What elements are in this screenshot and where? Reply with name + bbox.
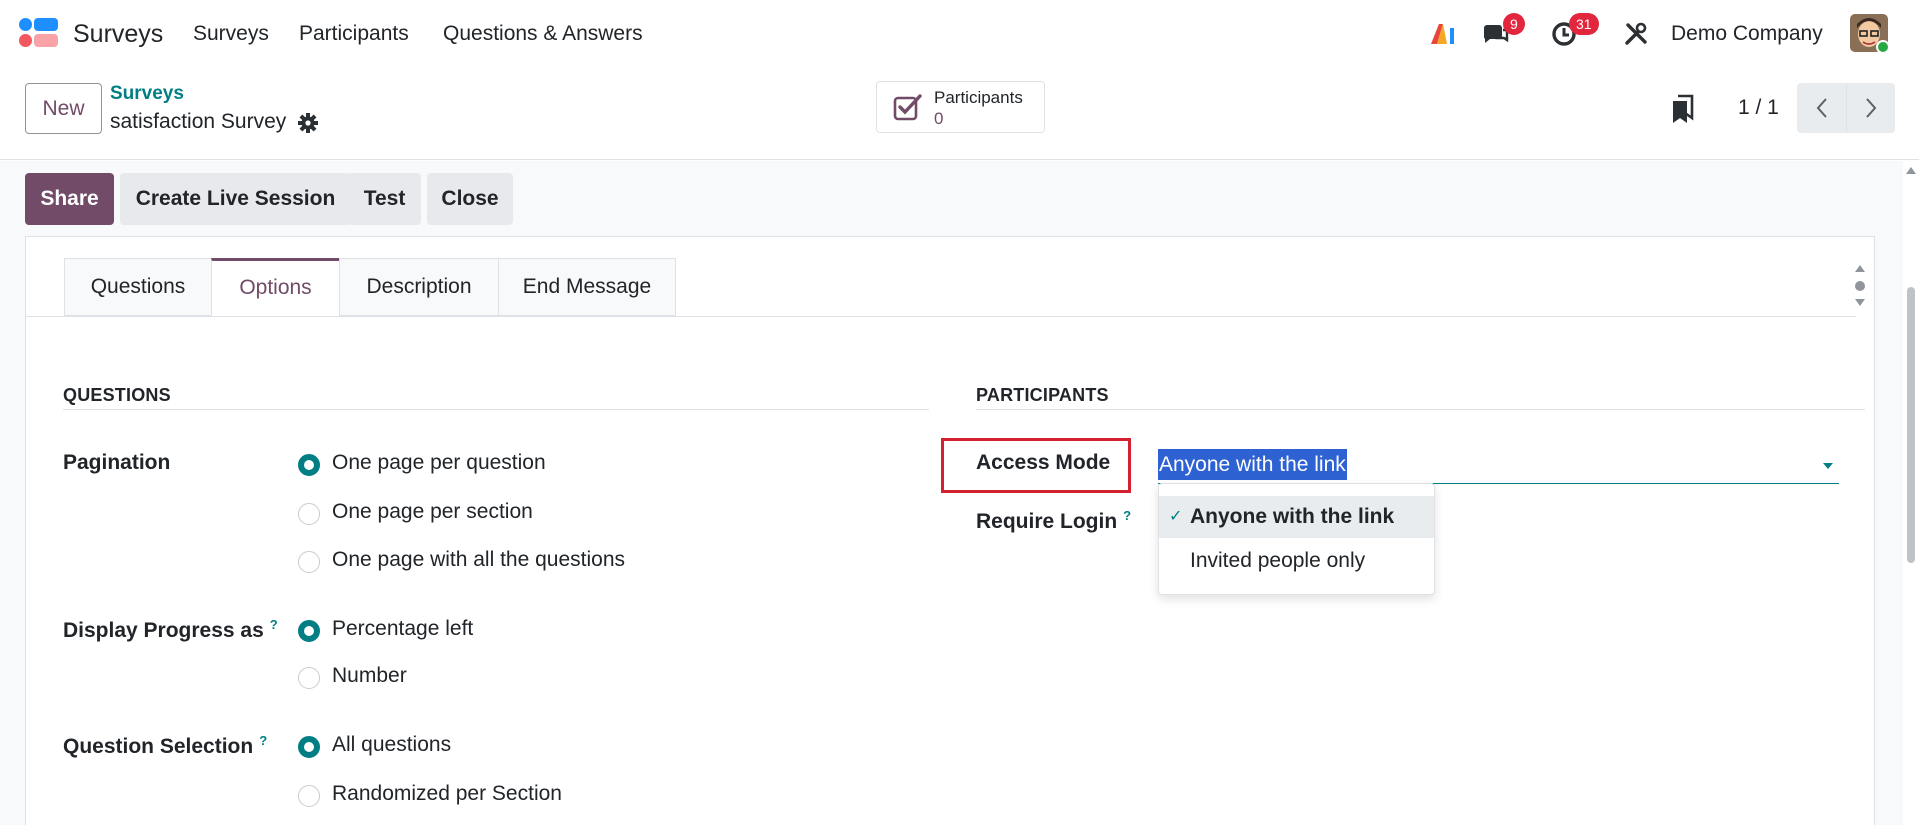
radio-randomized-per-section[interactable] <box>298 785 320 807</box>
access-mode-dropdown: ✓ Anyone with the link Invited people on… <box>1158 483 1435 595</box>
dropdown-option-label: Invited people only <box>1190 549 1366 572</box>
dropdown-option-label: Anyone with the link <box>1190 505 1395 528</box>
top-navbar: Surveys Surveys Participants Questions &… <box>0 0 1919 68</box>
ai-icon[interactable] <box>1428 18 1458 50</box>
radio-label[interactable]: One page with all the questions <box>332 548 625 572</box>
access-mode-selected-value[interactable]: Anyone with the link <box>1158 449 1347 480</box>
radio-number[interactable] <box>298 667 320 689</box>
chevron-left-icon <box>1816 98 1827 118</box>
scrollbar-thumb[interactable] <box>1907 287 1915 563</box>
radio-one-page-per-section[interactable] <box>298 503 320 525</box>
tab-label: Questions <box>90 275 186 298</box>
tabs-scroll-control[interactable] <box>1852 261 1868 311</box>
caret-down-icon[interactable] <box>1823 463 1833 469</box>
require-login-text: Require Login <box>976 510 1118 533</box>
help-tooltip-icon[interactable]: ? <box>1123 508 1131 523</box>
pager-next-button[interactable] <box>1846 83 1895 133</box>
radio-all-questions[interactable] <box>298 736 320 758</box>
online-status-dot <box>1876 40 1890 54</box>
close-button[interactable]: Close <box>427 173 513 225</box>
new-button[interactable]: New <box>25 83 102 134</box>
gear-icon[interactable] <box>297 112 319 134</box>
selection-label-text: Question Selection <box>63 735 254 758</box>
radio-percentage-left[interactable] <box>298 620 320 642</box>
tab-label: Description <box>366 275 472 298</box>
app-name[interactable]: Surveys <box>73 20 163 49</box>
tab-options[interactable]: Options <box>211 258 340 316</box>
breadcrumb-surveys-link[interactable]: Surveys <box>110 83 184 105</box>
company-switcher[interactable]: Demo Company <box>1671 22 1823 46</box>
help-tooltip-icon[interactable]: ? <box>270 617 278 632</box>
radio-one-page-all-questions[interactable] <box>298 551 320 573</box>
pager-value[interactable]: 1 / 1 <box>1738 96 1779 120</box>
radio-label[interactable]: Number <box>332 664 407 688</box>
pagination-label: Pagination <box>63 451 171 474</box>
pager-previous-button[interactable] <box>1797 83 1846 133</box>
apps-logo-icon[interactable] <box>19 18 59 48</box>
access-mode-highlight <box>941 438 1131 493</box>
dropdown-option-invited[interactable]: Invited people only <box>1159 540 1434 582</box>
menu-questions-answers[interactable]: Questions & Answers <box>443 22 643 46</box>
radio-label[interactable]: One page per question <box>332 451 546 475</box>
bookmark-icon[interactable] <box>1670 94 1696 124</box>
scroll-up-arrow-icon[interactable] <box>1906 167 1916 174</box>
participants-stat-button[interactable]: Participants 0 <box>876 81 1045 133</box>
progress-label-text: Display Progress as <box>63 619 264 642</box>
create-live-session-button[interactable]: Create Live Session <box>120 173 351 225</box>
messages-badge: 9 <box>1503 13 1525 35</box>
question-selection-label: Question Selection? <box>63 733 267 759</box>
require-login-label: Require Login? <box>976 508 1131 534</box>
share-button[interactable]: Share <box>25 173 114 225</box>
questions-section-title: QUESTIONS <box>63 385 171 405</box>
radio-one-page-per-question[interactable] <box>298 454 320 476</box>
tools-icon[interactable] <box>1622 18 1650 50</box>
check-icon: ✓ <box>1169 508 1183 525</box>
tab-label: Options <box>239 276 312 299</box>
tab-questions[interactable]: Questions <box>64 258 212 316</box>
chevron-right-icon <box>1866 98 1877 118</box>
test-button[interactable]: Test <box>348 173 421 225</box>
menu-participants[interactable]: Participants <box>299 22 409 46</box>
section-divider <box>976 409 1865 410</box>
tab-end-message[interactable]: End Message <box>498 258 676 316</box>
tab-description[interactable]: Description <box>339 258 499 316</box>
progress-label: Display Progress as? <box>63 617 278 643</box>
page-scrollbar[interactable] <box>1903 161 1919 825</box>
radio-label[interactable]: One page per section <box>332 500 533 524</box>
tabs-divider <box>26 316 1856 317</box>
access-mode-select[interactable]: Anyone with the link <box>1158 447 1839 484</box>
radio-label[interactable]: Randomized per Section <box>332 782 562 806</box>
record-title: satisfaction Survey <box>110 110 287 133</box>
participants-section-title: PARTICIPANTS <box>976 385 1109 405</box>
activities-badge: 31 <box>1569 13 1599 35</box>
stat-label: Participants <box>934 88 1023 107</box>
stat-value: 0 <box>934 109 944 128</box>
radio-label[interactable]: Percentage left <box>332 617 473 641</box>
tab-label: End Message <box>522 275 652 298</box>
help-tooltip-icon[interactable]: ? <box>259 733 267 748</box>
dropdown-option-anyone[interactable]: ✓ Anyone with the link <box>1159 496 1434 538</box>
radio-label[interactable]: All questions <box>332 733 451 757</box>
checkbox-icon <box>893 92 923 122</box>
form-view: Share Create Live Session Test Close Que… <box>0 161 1919 825</box>
control-panel: New Surveys satisfaction Survey Particip… <box>0 68 1919 160</box>
section-divider <box>63 409 929 410</box>
form-sheet: Questions Options Description End Messag… <box>25 236 1875 825</box>
menu-surveys[interactable]: Surveys <box>193 22 269 46</box>
